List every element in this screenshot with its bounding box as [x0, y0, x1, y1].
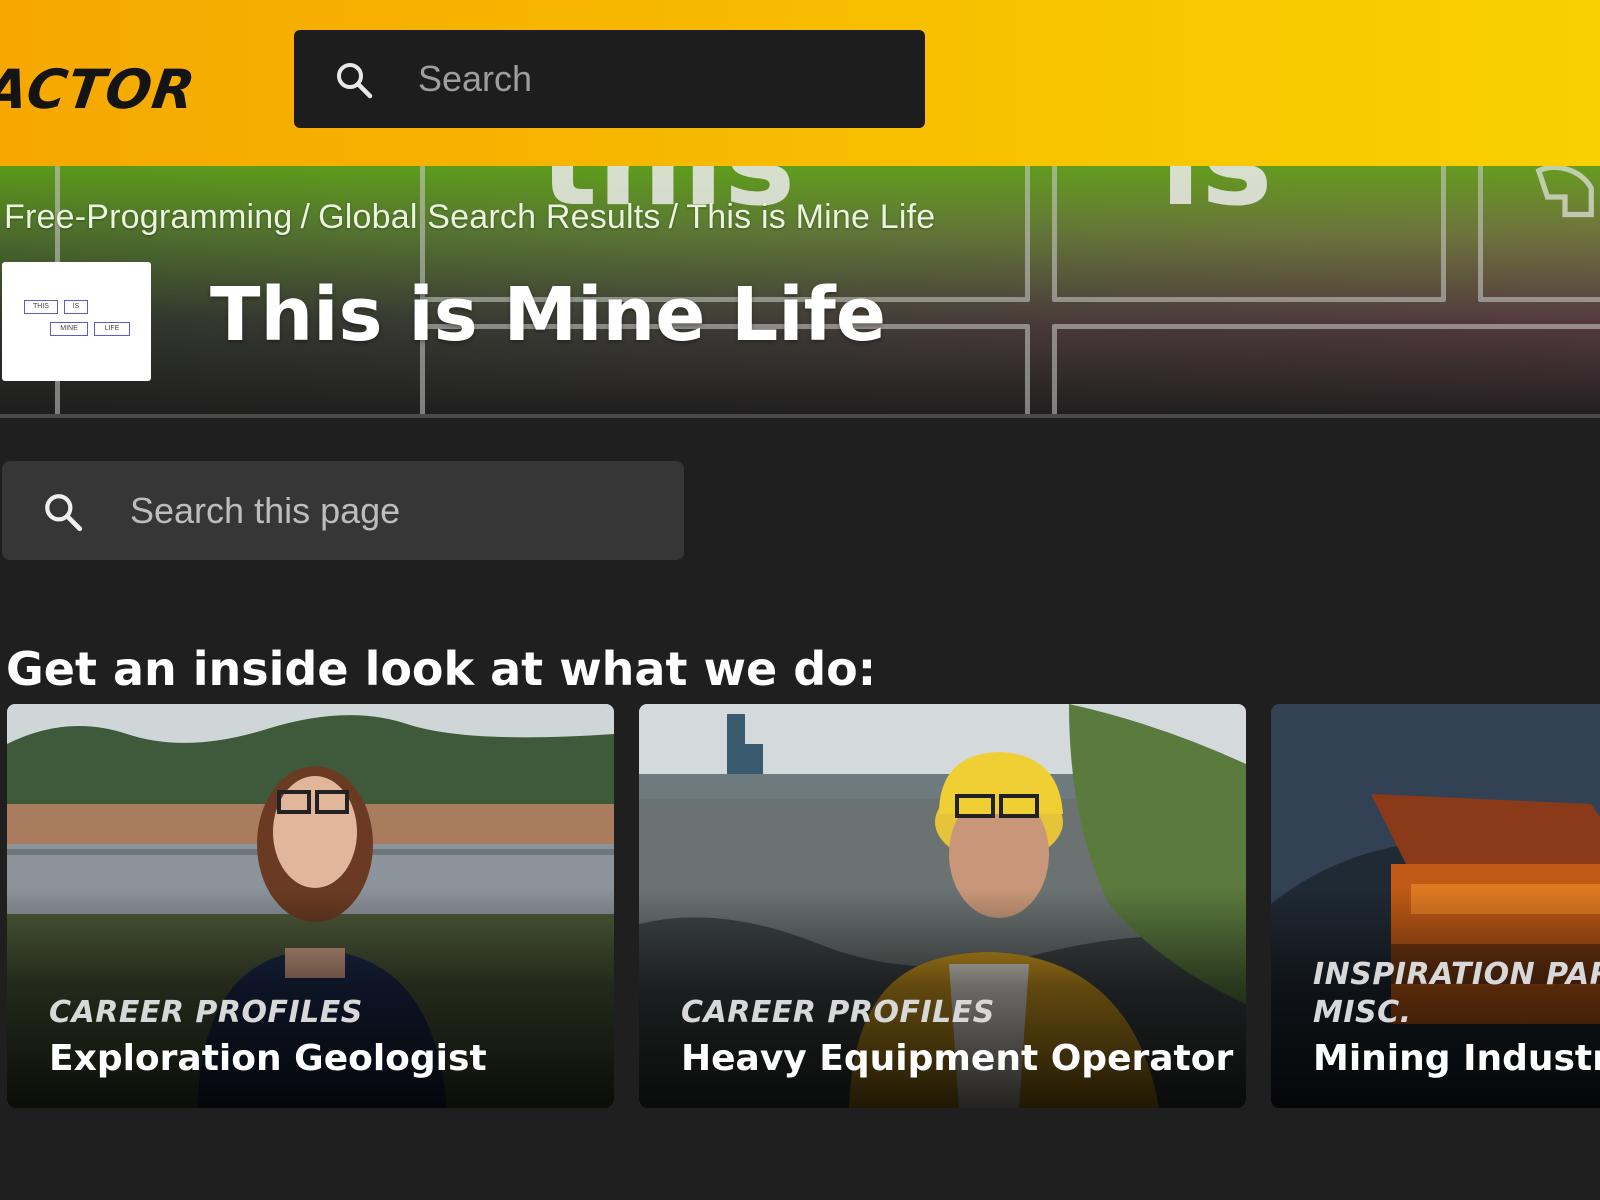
search-icon[interactable] — [334, 60, 374, 100]
global-search-input[interactable] — [418, 50, 898, 108]
card-category: INSPIRATION PART — [1313, 957, 1600, 992]
hero-divider — [0, 414, 1600, 418]
channel-logo-box: MINE — [50, 322, 88, 336]
breadcrumb-link-free-programming[interactable]: Free-Programming — [4, 198, 293, 236]
page-search-input[interactable] — [130, 483, 650, 539]
page-search-box[interactable] — [2, 461, 684, 560]
video-card-heavy-equipment-operator[interactable]: CAREER PROFILES Heavy Equipment Operator — [639, 704, 1246, 1108]
card-title: Exploration Geologist — [49, 1038, 487, 1079]
global-search-box[interactable] — [294, 30, 925, 128]
video-card-carousel: CAREER PROFILES Exploration Geologist CA… — [7, 704, 1600, 1108]
breadcrumb-separator: / — [668, 198, 679, 236]
hand-icon — [1535, 164, 1594, 218]
breadcrumb-separator: / — [300, 198, 311, 236]
breadcrumb: Free-Programming / Global Search Results / T… — [4, 198, 935, 237]
channel-logo-box: THIS — [24, 300, 58, 314]
brand-logo[interactable]: ACTOR — [0, 58, 200, 122]
card-title: Mining Industry — [1313, 1038, 1600, 1079]
hero-tile — [1052, 324, 1600, 416]
card-category: CAREER PROFILES — [49, 995, 363, 1030]
card-category: CAREER PROFILES — [681, 995, 995, 1030]
search-icon[interactable] — [42, 491, 84, 533]
video-card-exploration-geologist[interactable]: CAREER PROFILES Exploration Geologist — [7, 704, 614, 1108]
channel-logo: THIS IS MINE LIFE — [2, 262, 151, 381]
channel-logo-box: LIFE — [94, 322, 130, 336]
card-category: MISC. — [1313, 995, 1412, 1030]
video-card-mining-industry[interactable]: INSPIRATION PART MISC. Mining Industry — [1271, 704, 1600, 1108]
page-title: This is Mine Life — [210, 272, 887, 358]
breadcrumb-link-global-search-results[interactable]: Global Search Results — [318, 198, 660, 236]
card-title: Heavy Equipment Operator — [681, 1038, 1234, 1079]
section-heading: Get an inside look at what we do: — [6, 642, 877, 696]
channel-logo-box: IS — [64, 300, 88, 314]
top-bar: ACTOR — [0, 0, 1600, 166]
breadcrumb-current-page: This is Mine Life — [686, 198, 936, 236]
hero-background-word: is — [1160, 162, 1273, 233]
